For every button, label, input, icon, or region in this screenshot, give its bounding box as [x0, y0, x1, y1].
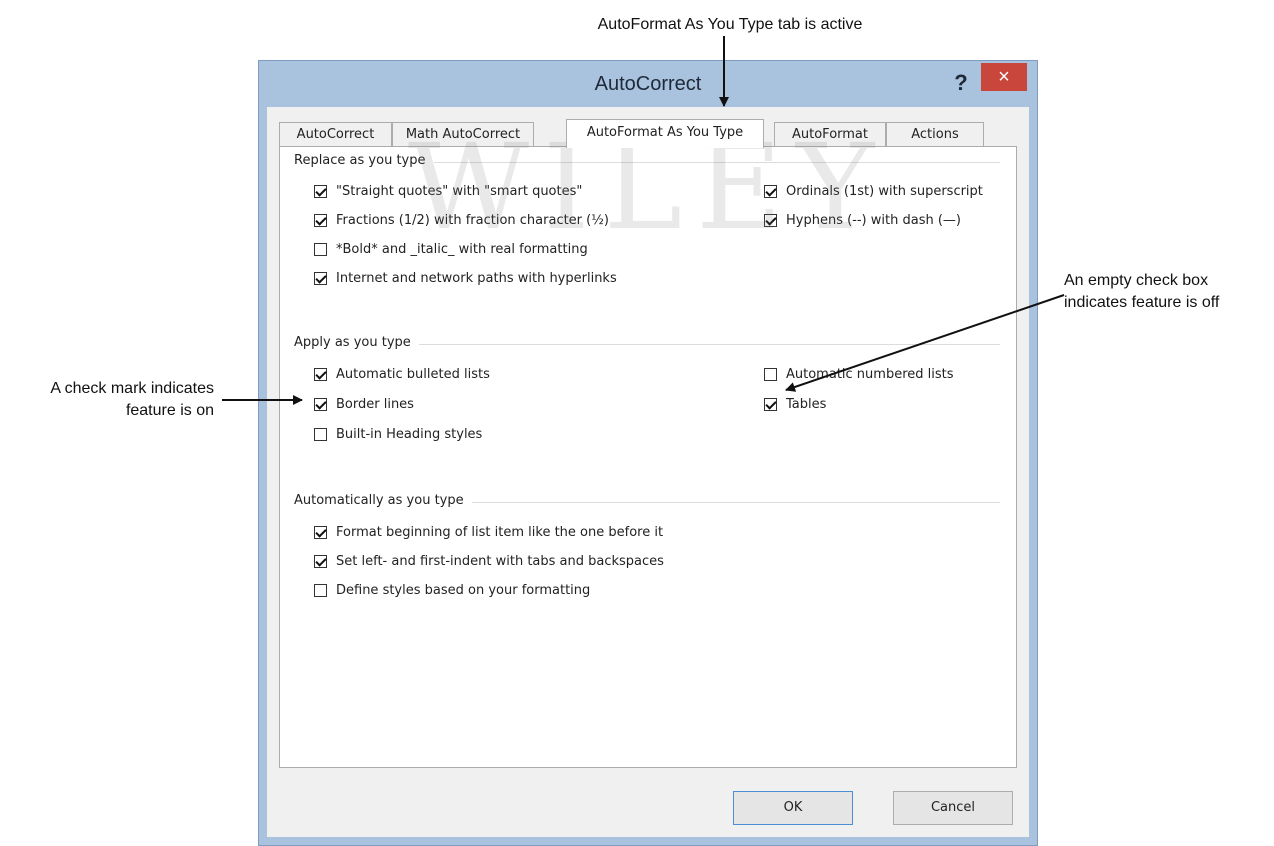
option-hyperlinks[interactable]: Internet and network paths with hyperlin… — [314, 269, 617, 287]
label-bulleted-lists: Automatic bulleted lists — [336, 366, 490, 382]
option-ordinals[interactable]: Ordinals (1st) with superscript — [764, 182, 983, 200]
label-bold-italic: *Bold* and _italic_ with real formatting — [336, 241, 588, 257]
option-define-styles[interactable]: Define styles based on your formatting — [314, 581, 590, 599]
option-bulleted-lists[interactable]: Automatic bulleted lists — [314, 365, 490, 383]
cancel-button[interactable]: Cancel — [893, 791, 1013, 825]
tab-autoformat-as-you-type[interactable]: AutoFormat As You Type — [566, 119, 764, 148]
option-indent-tabs[interactable]: Set left- and first-indent with tabs and… — [314, 552, 664, 570]
label-indent-tabs: Set left- and first-indent with tabs and… — [336, 553, 664, 569]
option-border-lines[interactable]: Border lines — [314, 395, 414, 413]
tab-panel: Replace as you type "Straight quotes" wi… — [279, 146, 1017, 768]
dialog-title: AutoCorrect — [594, 73, 702, 95]
label-hyphens: Hyphens (--) with dash (—) — [786, 212, 961, 228]
checkbox-indent-tabs[interactable] — [314, 554, 327, 568]
group-label-auto: Automatically as you type — [294, 493, 472, 508]
option-heading-styles[interactable]: Built-in Heading styles — [314, 425, 482, 443]
checkbox-hyphens[interactable] — [764, 213, 777, 227]
option-fractions[interactable]: Fractions (1/2) with fraction character … — [314, 211, 609, 229]
option-format-list-item[interactable]: Format beginning of list item like the o… — [314, 523, 663, 541]
close-button[interactable]: × — [981, 63, 1027, 91]
checkbox-bulleted-lists[interactable] — [314, 367, 327, 381]
checkbox-numbered-lists[interactable] — [764, 367, 777, 381]
label-tables: Tables — [786, 396, 827, 412]
checkbox-border-lines[interactable] — [314, 397, 327, 411]
title-bar: AutoCorrect ? × — [259, 61, 1037, 107]
label-ordinals: Ordinals (1st) with superscript — [786, 183, 983, 199]
dialog-body: AutoCorrect Math AutoCorrect AutoFormat … — [267, 107, 1029, 837]
label-border-lines: Border lines — [336, 396, 414, 412]
checkbox-smart-quotes[interactable] — [314, 184, 327, 198]
option-smart-quotes[interactable]: "Straight quotes" with "smart quotes" — [314, 182, 582, 200]
option-numbered-lists[interactable]: Automatic numbered lists — [764, 365, 954, 383]
tab-math-autocorrect[interactable]: Math AutoCorrect — [392, 122, 534, 146]
tab-autocorrect[interactable]: AutoCorrect — [279, 122, 392, 146]
option-bold-italic[interactable]: *Bold* and _italic_ with real formatting — [314, 240, 588, 258]
checkbox-hyperlinks[interactable] — [314, 271, 327, 285]
autocorrect-dialog: AutoCorrect ? × AutoCorrect Math AutoCor… — [258, 60, 1038, 846]
option-hyphens[interactable]: Hyphens (--) with dash (—) — [764, 211, 961, 229]
checkbox-format-list-item[interactable] — [314, 525, 327, 539]
label-define-styles: Define styles based on your formatting — [336, 582, 591, 598]
checkbox-heading-styles[interactable] — [314, 427, 327, 441]
label-hyperlinks: Internet and network paths with hyperlin… — [336, 270, 617, 286]
group-label-replace: Replace as you type — [294, 153, 434, 168]
option-tables[interactable]: Tables — [764, 395, 826, 413]
tab-actions[interactable]: Actions — [886, 122, 984, 146]
group-label-apply: Apply as you type — [294, 335, 419, 350]
checkbox-define-styles[interactable] — [314, 583, 327, 597]
label-smart-quotes: "Straight quotes" with "smart quotes" — [336, 183, 583, 199]
checkbox-ordinals[interactable] — [764, 184, 777, 198]
checkbox-fractions[interactable] — [314, 213, 327, 227]
ok-button[interactable]: OK — [733, 791, 853, 825]
callout-empty-box: An empty check box indicates feature is … — [1064, 272, 1220, 311]
label-numbered-lists: Automatic numbered lists — [786, 366, 954, 382]
tab-autoformat[interactable]: AutoFormat — [774, 122, 886, 146]
checkbox-bold-italic[interactable] — [314, 242, 327, 256]
help-button[interactable]: ? — [947, 69, 975, 97]
callout-active-tab: AutoFormat As You Type tab is active — [597, 16, 863, 33]
checkbox-tables[interactable] — [764, 397, 777, 411]
label-heading-styles: Built-in Heading styles — [336, 426, 483, 442]
callout-check-mark: A check mark indicates feature is on — [50, 380, 214, 419]
label-fractions: Fractions (1/2) with fraction character … — [336, 212, 609, 228]
label-format-list-item: Format beginning of list item like the o… — [336, 524, 664, 540]
